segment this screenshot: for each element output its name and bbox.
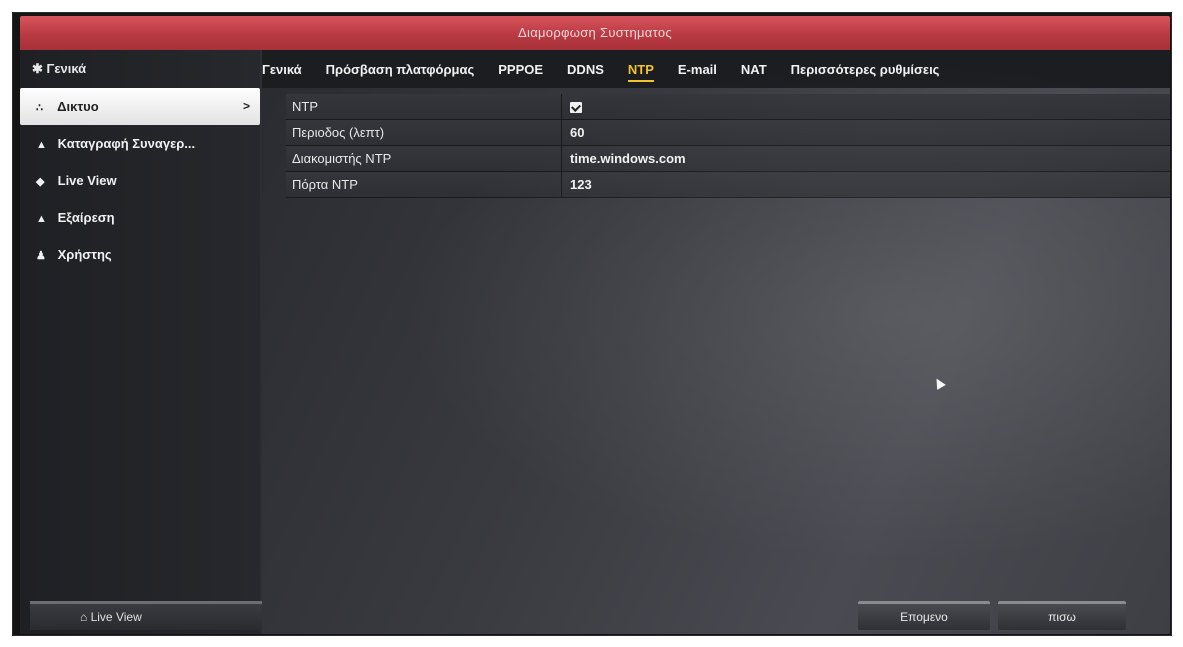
eye-icon: ◆ [36,176,45,188]
tab-nat[interactable]: NAT [741,62,767,77]
ntp-interval-label: Περιοδος (λεπτ) [286,120,562,145]
mouse-cursor-icon [932,376,946,390]
network-icon: ∴ [36,102,43,114]
back-button[interactable]: πισω [998,601,1126,630]
chevron-right-icon: > [242,99,250,113]
tab-bar: Γενικά Πρόσβαση πλατφόρμας PPPOE DDNS NT… [262,50,1170,88]
ntp-port-label: Πόρτα NTP [286,172,562,197]
main-panel: Γενικά Πρόσβαση πλατφόρμας PPPOE DDNS NT… [262,50,1170,634]
sidebar-item-exception[interactable]: ▲ Εξαίρεση [20,199,260,236]
warning-icon: ▲ [36,213,47,225]
user-icon: ♟ [36,250,46,262]
ntp-port-row: Πόρτα NTP 123 [286,172,1170,198]
sidebar-item-alarm-recording[interactable]: ▲ Καταγραφή Συναγερ... [20,125,260,162]
ntp-enable-checkbox[interactable] [570,102,582,113]
live-view-button[interactable]: ⌂ Live View [30,601,270,630]
alarm-icon: ▲ [36,139,47,151]
sidebar-item-label: Καταγραφή Συναγερ... [57,136,196,151]
ntp-server-label: Διακομιστής NTP [286,146,562,171]
sidebar: ✱ Γενικά ∴ Δικτυο > ▲ Καταγραφή Συναγερ.… [20,50,270,634]
tab-more-settings[interactable]: Περισσότερες ρυθμίσεις [791,62,940,77]
tab-ntp[interactable]: NTP [627,62,654,82]
dvr-screen: Διαμορφωση Συστηματος ✱ Γενικά ∴ Δικτυο … [20,16,1170,634]
sidebar-header-label: Γενικά [46,61,87,76]
tab-ddns[interactable]: DDNS [567,62,604,77]
sidebar-item-label: Εξαίρεση [57,210,115,225]
ntp-enable-label: NTP [286,94,562,119]
ntp-interval-input[interactable]: 60 [562,120,1170,145]
next-button[interactable]: Επομενο [858,601,990,630]
ntp-enable-row: NTP [286,94,1170,120]
sidebar-item-label: Χρήστης [57,247,112,262]
ntp-interval-row: Περιοδος (λεπτ) 60 [286,120,1170,146]
ntp-server-row: Διακομιστής NTP time.windows.com [286,146,1170,172]
sidebar-item-network[interactable]: ∴ Δικτυο > [20,88,260,125]
sidebar-item-live-view[interactable]: ◆ Live View [20,162,260,199]
gear-icon: ✱ [32,61,43,76]
ntp-enable-cell [562,94,1170,119]
live-view-button-label: Live View [90,610,142,624]
sidebar-header[interactable]: ✱ Γενικά [20,50,260,88]
sidebar-item-label: Live View [57,173,117,188]
tab-general[interactable]: Γενικά [262,62,302,77]
sidebar-item-label: Δικτυο [57,99,99,114]
tab-email[interactable]: E-mail [678,62,717,77]
home-icon: ⌂ [80,610,91,624]
window-title: Διαμορφωση Συστηματος [20,16,1170,50]
tab-platform-access[interactable]: Πρόσβαση πλατφόρμας [326,62,475,77]
sidebar-item-user[interactable]: ♟ Χρήστης [20,236,260,273]
ntp-settings-table: NTP Περιοδος (λεπτ) 60 Διακομιστής NTP t… [286,94,1170,198]
tab-pppoe[interactable]: PPPOE [498,62,543,77]
ntp-port-input[interactable]: 123 [562,172,1170,197]
ntp-server-input[interactable]: time.windows.com [562,146,1170,171]
